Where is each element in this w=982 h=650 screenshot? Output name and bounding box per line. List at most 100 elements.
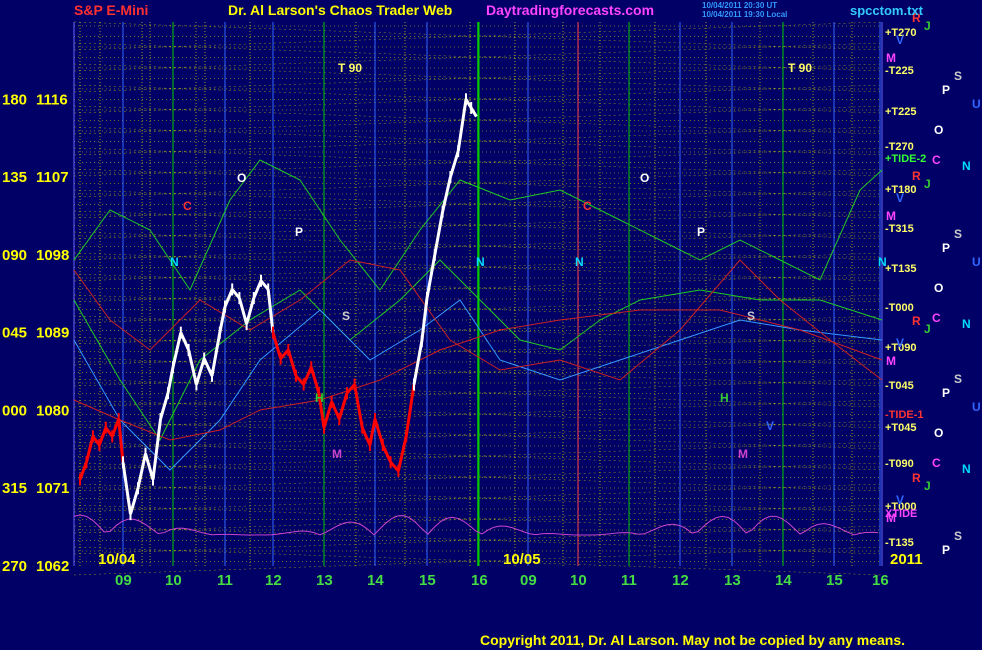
- planet-glyph: M: [886, 209, 896, 223]
- planet-glyph: V: [896, 493, 904, 507]
- y-tick-price: 1098: [36, 247, 69, 264]
- planet-glyph: C: [932, 153, 941, 167]
- y-tick-angle: 315: [2, 480, 27, 497]
- planet-glyph: M: [886, 511, 896, 525]
- y-tick-angle: 045: [2, 325, 27, 342]
- chaos-trader-chart: T 90 T 90O OP PS SN N N NC CH HM MV 180 1116135 1107…: [0, 0, 982, 650]
- planet-glyph: C: [932, 311, 941, 325]
- copyright-notice: Copyright 2011, Dr. Al Larson. May not b…: [480, 632, 905, 648]
- planet-glyph: M: [886, 354, 896, 368]
- planet-glyph: S: [954, 372, 962, 386]
- y-tick-angle: 270: [2, 558, 27, 575]
- planet-glyph: U: [972, 255, 981, 269]
- timestamp-ut: 10/04/2011 20:30 UT: [702, 1, 777, 10]
- planet-glyph: S: [954, 227, 962, 241]
- x-hour-label: 09: [520, 572, 537, 589]
- y-tick-price: 1062: [36, 558, 69, 575]
- planet-glyph: P: [942, 83, 950, 97]
- x-hour-label: 12: [672, 572, 689, 589]
- right-axis-label: -T000: [885, 302, 914, 314]
- y-tick-price: 1071: [36, 480, 69, 497]
- y-tick-price: 1116: [36, 91, 68, 108]
- chart-glyph: T 90: [338, 61, 362, 75]
- x-hour-label: 10: [570, 572, 587, 589]
- chart-glyph: H: [720, 391, 729, 405]
- x-hour-label: 15: [826, 572, 843, 589]
- planet-glyph: R: [912, 169, 921, 183]
- instrument-name: S&P E-Mini: [74, 2, 148, 18]
- planet-glyph: J: [924, 322, 931, 336]
- y-tick-angle: 090: [2, 247, 27, 264]
- chart-glyph: S: [342, 309, 350, 323]
- planet-glyph: U: [972, 97, 981, 111]
- x-hour-label: 10: [165, 572, 182, 589]
- planet-glyph: V: [896, 336, 904, 350]
- chart-glyph: O: [237, 171, 246, 185]
- chart-glyph: H: [315, 391, 324, 405]
- x-hour-label: 11: [621, 572, 637, 589]
- planet-glyph: C: [932, 456, 941, 470]
- planet-glyph: O: [934, 281, 943, 295]
- right-axis-label: -T135: [885, 537, 914, 549]
- planet-glyph: J: [924, 479, 931, 493]
- chart-glyph: M: [738, 447, 748, 461]
- planet-glyph: S: [954, 69, 962, 83]
- chart-glyph: T 90: [788, 61, 812, 75]
- x-hour-label: 09: [115, 572, 132, 589]
- right-axis-label: -TIDE-1: [885, 409, 924, 421]
- right-axis-label: +T045: [885, 422, 917, 434]
- planet-glyph: O: [934, 426, 943, 440]
- right-axis-label: -T045: [885, 380, 914, 392]
- chart-glyph: O: [640, 171, 649, 185]
- planet-glyph: N: [962, 462, 971, 476]
- chart-glyph: V: [766, 419, 774, 433]
- planet-glyph: R: [912, 471, 921, 485]
- timestamp-local: 10/04/2011 19:30 Local: [702, 10, 787, 19]
- x-hour-label: 15: [419, 572, 436, 589]
- planet-glyph: N: [962, 317, 971, 331]
- planet-glyph: V: [896, 33, 904, 47]
- x-hour-label: 13: [724, 572, 741, 589]
- planet-glyph: R: [912, 314, 921, 328]
- planet-glyph: J: [924, 177, 931, 191]
- chart-glyph: M: [332, 447, 342, 461]
- date-label: 2011: [890, 551, 923, 568]
- data-file-name: spcctom.txt: [850, 3, 924, 18]
- chart-glyph: P: [697, 225, 705, 239]
- x-hour-label: 11: [217, 572, 233, 589]
- x-hour-label: 16: [471, 572, 488, 589]
- date-label: 10/05: [503, 551, 541, 568]
- planet-glyph: V: [896, 191, 904, 205]
- site-name: Daytradingforecasts.com: [486, 2, 654, 18]
- right-axis-label: -T315: [885, 223, 914, 235]
- right-axis-label: -T225: [885, 65, 914, 77]
- chart-glyph: S: [747, 309, 755, 323]
- right-axis-label: -T090: [885, 458, 914, 470]
- planet-glyph: O: [934, 123, 943, 137]
- planet-glyph: J: [924, 19, 931, 33]
- right-axis-label: +T135: [885, 263, 917, 275]
- chart-glyph: P: [295, 225, 303, 239]
- planet-glyph: N: [962, 159, 971, 173]
- y-tick-price: 1107: [36, 169, 69, 186]
- y-tick-angle: 180: [2, 91, 27, 108]
- planet-glyph: P: [942, 386, 950, 400]
- planet-glyph: P: [942, 241, 950, 255]
- y-tick-price: 1089: [36, 325, 69, 342]
- planet-glyph: P: [942, 543, 950, 557]
- y-tick-angle: 000: [2, 402, 27, 419]
- x-hour-label: 16: [872, 572, 889, 589]
- y-tick-price: 1080: [36, 402, 69, 419]
- date-label: 10/04: [98, 551, 136, 568]
- planet-glyph: U: [972, 400, 981, 414]
- x-hour-label: 14: [775, 572, 792, 589]
- right-axis-label: +T225: [885, 106, 917, 118]
- x-hour-label: 13: [316, 572, 333, 589]
- planet-glyph: S: [954, 529, 962, 543]
- chart-glyph: N: [170, 255, 179, 269]
- y-tick-angle: 135: [2, 169, 27, 186]
- chart-glyph: N: [575, 255, 584, 269]
- x-hour-label: 12: [265, 572, 282, 589]
- x-hour-label: 14: [367, 572, 384, 589]
- right-axis-label: -T270: [885, 141, 914, 153]
